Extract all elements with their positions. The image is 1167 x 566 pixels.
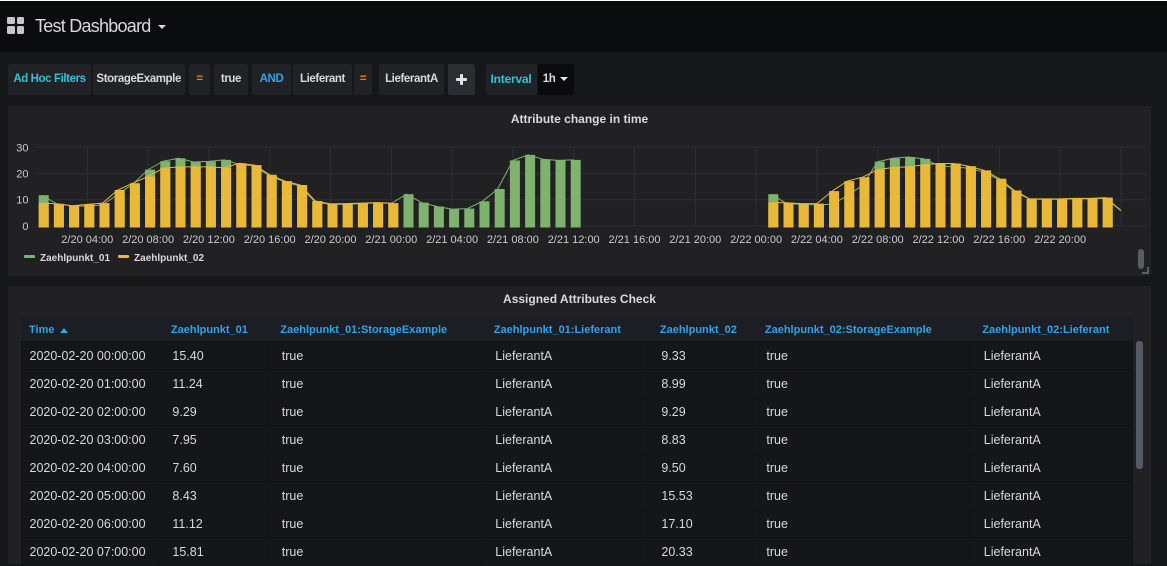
svg-text:2/20 16:00: 2/20 16:00	[244, 234, 296, 246]
svg-text:2/20 08:00: 2/20 08:00	[122, 234, 174, 246]
svg-text:2/20 04:00: 2/20 04:00	[61, 234, 113, 246]
svg-text:10: 10	[16, 194, 28, 206]
svg-text:2/22 20:00: 2/22 20:00	[1034, 234, 1086, 246]
svg-text:2/20 12:00: 2/20 12:00	[183, 234, 235, 246]
svg-text:30: 30	[16, 142, 28, 154]
svg-text:2/22 00:00: 2/22 00:00	[730, 234, 782, 246]
svg-text:2/21 04:00: 2/21 04:00	[426, 234, 478, 246]
svg-text:2/22 12:00: 2/22 12:00	[913, 234, 965, 246]
svg-text:0: 0	[22, 220, 28, 232]
svg-text:2/22 16:00: 2/22 16:00	[973, 234, 1025, 246]
svg-text:2/22 04:00: 2/22 04:00	[791, 234, 843, 246]
svg-text:20: 20	[16, 168, 28, 180]
svg-text:2/21 12:00: 2/21 12:00	[548, 234, 600, 246]
svg-text:2/21 08:00: 2/21 08:00	[487, 234, 539, 246]
svg-text:2/21 20:00: 2/21 20:00	[669, 234, 721, 246]
svg-text:2/21 00:00: 2/21 00:00	[365, 234, 417, 246]
svg-text:2/22 08:00: 2/22 08:00	[852, 234, 904, 246]
svg-text:2/21 16:00: 2/21 16:00	[609, 234, 661, 246]
svg-text:2/20 20:00: 2/20 20:00	[305, 234, 357, 246]
